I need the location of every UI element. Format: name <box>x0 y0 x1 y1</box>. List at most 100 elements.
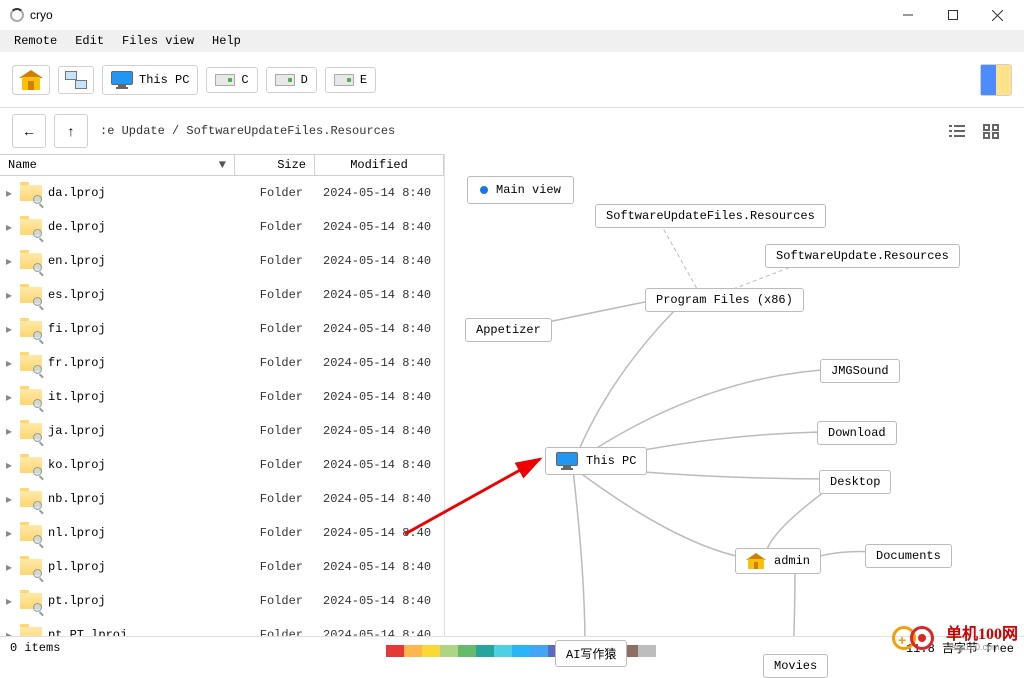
expand-icon[interactable]: ▸ <box>0 424 18 439</box>
house-icon <box>746 553 766 569</box>
node-softwareupdate-resources[interactable]: SoftwareUpdate.Resources <box>765 244 960 268</box>
palette-swatch[interactable] <box>404 645 422 657</box>
disk-icon <box>275 74 295 86</box>
content: Name▼ Size Modified ▸ da.lproj Folder 20… <box>0 154 1024 636</box>
table-row[interactable]: ▸ en.lproj Folder 2024-05-14 8:40 <box>0 244 444 278</box>
file-modified: 2024-05-14 8:40 <box>315 560 444 574</box>
file-list[interactable]: ▸ da.lproj Folder 2024-05-14 8:40▸ de.lp… <box>0 176 444 636</box>
file-modified: 2024-05-14 8:40 <box>315 322 444 336</box>
list-view-button[interactable] <box>942 117 972 145</box>
navbar: ← ↑ :e Update / SoftwareUpdateFiles.Reso… <box>0 108 1024 154</box>
table-row[interactable]: ▸ nl.lproj Folder 2024-05-14 8:40 <box>0 516 444 550</box>
view-toggle-button[interactable] <box>980 64 1012 96</box>
table-row[interactable]: ▸ pl.lproj Folder 2024-05-14 8:40 <box>0 550 444 584</box>
expand-icon[interactable]: ▸ <box>0 594 18 609</box>
expand-icon[interactable]: ▸ <box>0 288 18 303</box>
file-modified: 2024-05-14 8:40 <box>315 628 444 636</box>
graph-pane[interactable]: Main view SoftwareUpdateFiles.Resources … <box>445 154 1024 636</box>
expand-icon[interactable]: ▸ <box>0 254 18 269</box>
table-row[interactable]: ▸ es.lproj Folder 2024-05-14 8:40 <box>0 278 444 312</box>
up-button[interactable]: ↑ <box>54 114 88 148</box>
node-desktop[interactable]: Desktop <box>819 470 891 494</box>
palette-swatch[interactable] <box>386 645 404 657</box>
expand-icon[interactable]: ▸ <box>0 560 18 575</box>
palette-swatch[interactable] <box>422 645 440 657</box>
col-modified[interactable]: Modified <box>315 155 444 175</box>
node-program-files-x86[interactable]: Program Files (x86) <box>645 288 804 312</box>
expand-icon[interactable]: ▸ <box>0 186 18 201</box>
table-row[interactable]: ▸ ja.lproj Folder 2024-05-14 8:40 <box>0 414 444 448</box>
home-button[interactable] <box>12 65 50 95</box>
minimize-button[interactable] <box>885 1 930 30</box>
drive-e-button[interactable]: E <box>325 67 376 93</box>
node-appetizer[interactable]: Appetizer <box>465 318 552 342</box>
menu-help[interactable]: Help <box>204 31 249 51</box>
back-button[interactable]: ← <box>12 114 46 148</box>
palette-swatch[interactable] <box>494 645 512 657</box>
table-row[interactable]: ▸ de.lproj Folder 2024-05-14 8:40 <box>0 210 444 244</box>
table-row[interactable]: ▸ fr.lproj Folder 2024-05-14 8:40 <box>0 346 444 380</box>
palette-swatch[interactable] <box>512 645 530 657</box>
node-download[interactable]: Download <box>817 421 897 445</box>
expand-icon[interactable]: ▸ <box>0 322 18 337</box>
node-admin[interactable]: admin <box>735 548 821 574</box>
file-modified: 2024-05-14 8:40 <box>315 390 444 404</box>
node-softwareupdatefiles-resources[interactable]: SoftwareUpdateFiles.Resources <box>595 204 826 228</box>
table-row[interactable]: ▸ da.lproj Folder 2024-05-14 8:40 <box>0 176 444 210</box>
menubar: Remote Edit Files view Help <box>0 30 1024 52</box>
titlebar: cryo <box>0 0 1024 30</box>
drive-label: E <box>360 73 367 87</box>
file-name: fr.lproj <box>44 356 235 370</box>
close-button[interactable] <box>975 1 1020 30</box>
network-button[interactable] <box>58 66 94 94</box>
file-modified: 2024-05-14 8:40 <box>315 594 444 608</box>
folder-icon <box>18 454 44 476</box>
maximize-button[interactable] <box>930 1 975 30</box>
table-row[interactable]: ▸ nb.lproj Folder 2024-05-14 8:40 <box>0 482 444 516</box>
expand-icon[interactable]: ▸ <box>0 526 18 541</box>
table-row[interactable]: ▸ ko.lproj Folder 2024-05-14 8:40 <box>0 448 444 482</box>
file-size: Folder <box>235 288 315 302</box>
folder-icon <box>18 420 44 442</box>
expand-icon[interactable]: ▸ <box>0 390 18 405</box>
palette-swatch[interactable] <box>476 645 494 657</box>
file-size: Folder <box>235 560 315 574</box>
drive-label: C <box>241 73 248 87</box>
palette-swatch[interactable] <box>638 645 656 657</box>
this-pc-button[interactable]: This PC <box>102 65 198 95</box>
folder-icon <box>18 522 44 544</box>
expand-icon[interactable]: ▸ <box>0 220 18 235</box>
node-documents[interactable]: Documents <box>865 544 952 568</box>
palette-swatch[interactable] <box>458 645 476 657</box>
node-this-pc[interactable]: This PC <box>545 447 647 475</box>
grid-view-button[interactable] <box>976 117 1006 145</box>
expand-icon[interactable]: ▸ <box>0 628 18 637</box>
palette-swatch[interactable] <box>530 645 548 657</box>
folder-icon <box>18 216 44 238</box>
menu-edit[interactable]: Edit <box>67 31 112 51</box>
app-icon <box>10 8 24 22</box>
expand-icon[interactable]: ▸ <box>0 356 18 371</box>
folder-icon <box>18 318 44 340</box>
expand-icon[interactable]: ▸ <box>0 492 18 507</box>
folder-icon <box>18 590 44 612</box>
drive-d-button[interactable]: D <box>266 67 317 93</box>
monitor-icon <box>111 71 133 89</box>
col-size[interactable]: Size <box>235 155 315 175</box>
palette-swatch[interactable] <box>368 645 386 657</box>
node-jmgsound[interactable]: JMGSound <box>820 359 900 383</box>
table-row[interactable]: ▸ fi.lproj Folder 2024-05-14 8:40 <box>0 312 444 346</box>
palette-swatch[interactable] <box>440 645 458 657</box>
col-name[interactable]: Name▼ <box>0 155 235 175</box>
breadcrumb[interactable]: :e Update / SoftwareUpdateFiles.Resource… <box>96 124 934 138</box>
expand-icon[interactable]: ▸ <box>0 458 18 473</box>
menu-files-view[interactable]: Files view <box>114 31 202 51</box>
node-ai[interactable]: AI写作猿 <box>555 640 627 667</box>
file-size: Folder <box>235 186 315 200</box>
table-row[interactable]: ▸ pt.lproj Folder 2024-05-14 8:40 <box>0 584 444 618</box>
table-row[interactable]: ▸ pt_PT.lproj Folder 2024-05-14 8:40 <box>0 618 444 636</box>
menu-remote[interactable]: Remote <box>6 31 65 51</box>
table-row[interactable]: ▸ it.lproj Folder 2024-05-14 8:40 <box>0 380 444 414</box>
toolbar: This PC C D E <box>0 52 1024 108</box>
drive-c-button[interactable]: C <box>206 67 257 93</box>
